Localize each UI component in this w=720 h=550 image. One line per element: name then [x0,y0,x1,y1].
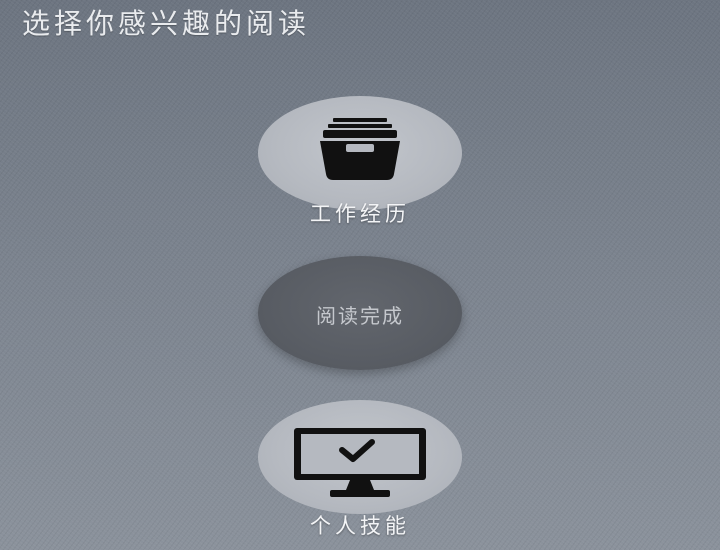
page-title: 选择你感兴趣的阅读 [22,7,311,40]
work-experience-label: 工作经历 [310,202,410,226]
skills-button[interactable]: 个人技能 [258,400,462,538]
reading-done-button[interactable]: 阅读完成 [258,256,462,370]
skills-label: 个人技能 [310,514,410,538]
work-experience-button[interactable]: 工作经历 [258,96,462,226]
archive-box-icon [320,118,400,180]
monitor-check-icon [294,428,426,497]
reading-done-label: 阅读完成 [316,304,404,328]
